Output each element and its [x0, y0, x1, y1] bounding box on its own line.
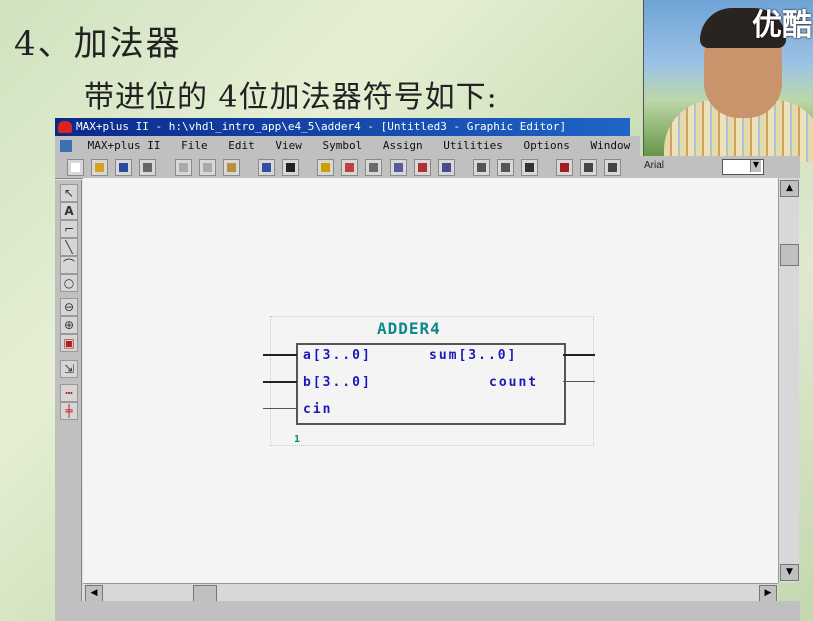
simulate-icon[interactable]: [413, 159, 431, 176]
port-b-label: b[3..0]: [303, 375, 372, 390]
pin-sum[interactable]: [563, 354, 595, 356]
select-arrow-icon[interactable]: ↖: [60, 184, 78, 202]
diagonal-line-icon[interactable]: ╲: [60, 238, 78, 256]
menu-utilities[interactable]: Utilities: [436, 136, 510, 156]
cut-icon[interactable]: [174, 159, 192, 176]
project-save-icon[interactable]: [365, 159, 383, 176]
menu-assign[interactable]: Assign: [376, 136, 430, 156]
hierarchy-down-icon[interactable]: [341, 159, 359, 176]
maxplus-window: MAX+plus II - h:\vhdl_intro_app\e4_5\add…: [55, 118, 800, 621]
connect-dot-icon[interactable]: ┅: [60, 384, 78, 402]
font-toolbar: Arial ▼: [640, 156, 800, 178]
app-icon[interactable]: [58, 121, 72, 133]
symbol-name: ADDER4: [377, 319, 441, 338]
pin-b[interactable]: [263, 381, 297, 383]
zoom-out-icon[interactable]: ⊖: [60, 298, 78, 316]
rubberband-icon[interactable]: ⇲: [60, 360, 78, 378]
font-size-dropdown-icon[interactable]: ▼: [750, 160, 761, 172]
waveform-icon[interactable]: [604, 159, 622, 176]
menu-window[interactable]: Window: [583, 136, 637, 156]
save-icon[interactable]: [115, 159, 133, 176]
port-sum-label: sum[3..0]: [429, 348, 518, 363]
horizontal-scroll-thumb[interactable]: [193, 585, 217, 602]
print-icon[interactable]: [139, 159, 157, 176]
hierarchy-up-icon[interactable]: [317, 159, 335, 176]
vertical-scrollbar[interactable]: ▲ ▼: [778, 178, 799, 583]
flip-icon[interactable]: [521, 159, 539, 176]
help-pointer-icon[interactable]: [282, 159, 300, 176]
slide-heading: 4、加法器: [14, 24, 182, 64]
rotate-icon[interactable]: [496, 159, 514, 176]
menu-symbol[interactable]: Symbol: [315, 136, 369, 156]
pin-count[interactable]: [563, 381, 595, 382]
menu-view[interactable]: View: [268, 136, 309, 156]
floorplan-icon[interactable]: [472, 159, 490, 176]
pin-cin[interactable]: [263, 408, 297, 409]
title-bar[interactable]: MAX+plus II - h:\vhdl_intro_app\e4_5\add…: [55, 118, 630, 136]
font-name-select[interactable]: Arial: [644, 160, 664, 171]
port-count-label: count: [489, 375, 539, 390]
scroll-down-icon[interactable]: ▼: [780, 564, 799, 581]
paste-icon[interactable]: [222, 159, 240, 176]
status-strip: [55, 601, 800, 621]
zoom-in-icon[interactable]: ⊕: [60, 316, 78, 334]
instance-number: 1: [294, 434, 301, 445]
programmer-icon[interactable]: [580, 159, 598, 176]
menu-app-icon[interactable]: [60, 140, 72, 152]
text-icon[interactable]: [556, 159, 574, 176]
timing-icon[interactable]: [437, 159, 455, 176]
toolbar: [55, 156, 729, 179]
scroll-up-icon[interactable]: ▲: [780, 180, 799, 197]
slide-subheading: 带进位的 4位加法器符号如下:: [84, 80, 498, 115]
fit-window-icon[interactable]: ▣: [60, 334, 78, 352]
scroll-left-icon[interactable]: ◀: [85, 585, 103, 602]
menu-maxplus[interactable]: MAX+plus II: [81, 136, 168, 156]
tool-palette: ↖ A ⌐ ╲ ⌒ ○ ⊖ ⊕ ▣ ⇲ ┅ ╪: [55, 180, 82, 621]
horizontal-scrollbar[interactable]: ◀ ▶: [83, 583, 778, 602]
copy-icon[interactable]: [198, 159, 216, 176]
video-logo: 优酷: [752, 8, 812, 43]
compile-icon[interactable]: [389, 159, 407, 176]
bus-connect-icon[interactable]: ╪: [60, 402, 78, 420]
orthogonal-line-icon[interactable]: ⌐: [60, 220, 78, 238]
arc-icon[interactable]: ⌒: [60, 256, 78, 274]
menu-file[interactable]: File: [174, 136, 215, 156]
circle-icon[interactable]: ○: [60, 274, 78, 292]
scroll-right-icon[interactable]: ▶: [759, 585, 777, 602]
pin-a[interactable]: [263, 354, 297, 356]
new-file-icon[interactable]: [67, 159, 85, 176]
menu-options[interactable]: Options: [516, 136, 576, 156]
menu-bar: MAX+plus II File Edit View Symbol Assign…: [55, 136, 640, 156]
undo-icon[interactable]: [257, 159, 275, 176]
port-cin-label: cin: [303, 402, 333, 417]
vertical-scroll-thumb[interactable]: [780, 244, 799, 266]
port-a-label: a[3..0]: [303, 348, 372, 363]
open-folder-icon[interactable]: [91, 159, 109, 176]
window-title: MAX+plus II - h:\vhdl_intro_app\e4_5\add…: [76, 120, 567, 133]
text-tool-icon[interactable]: A: [60, 202, 78, 220]
menu-edit[interactable]: Edit: [221, 136, 262, 156]
